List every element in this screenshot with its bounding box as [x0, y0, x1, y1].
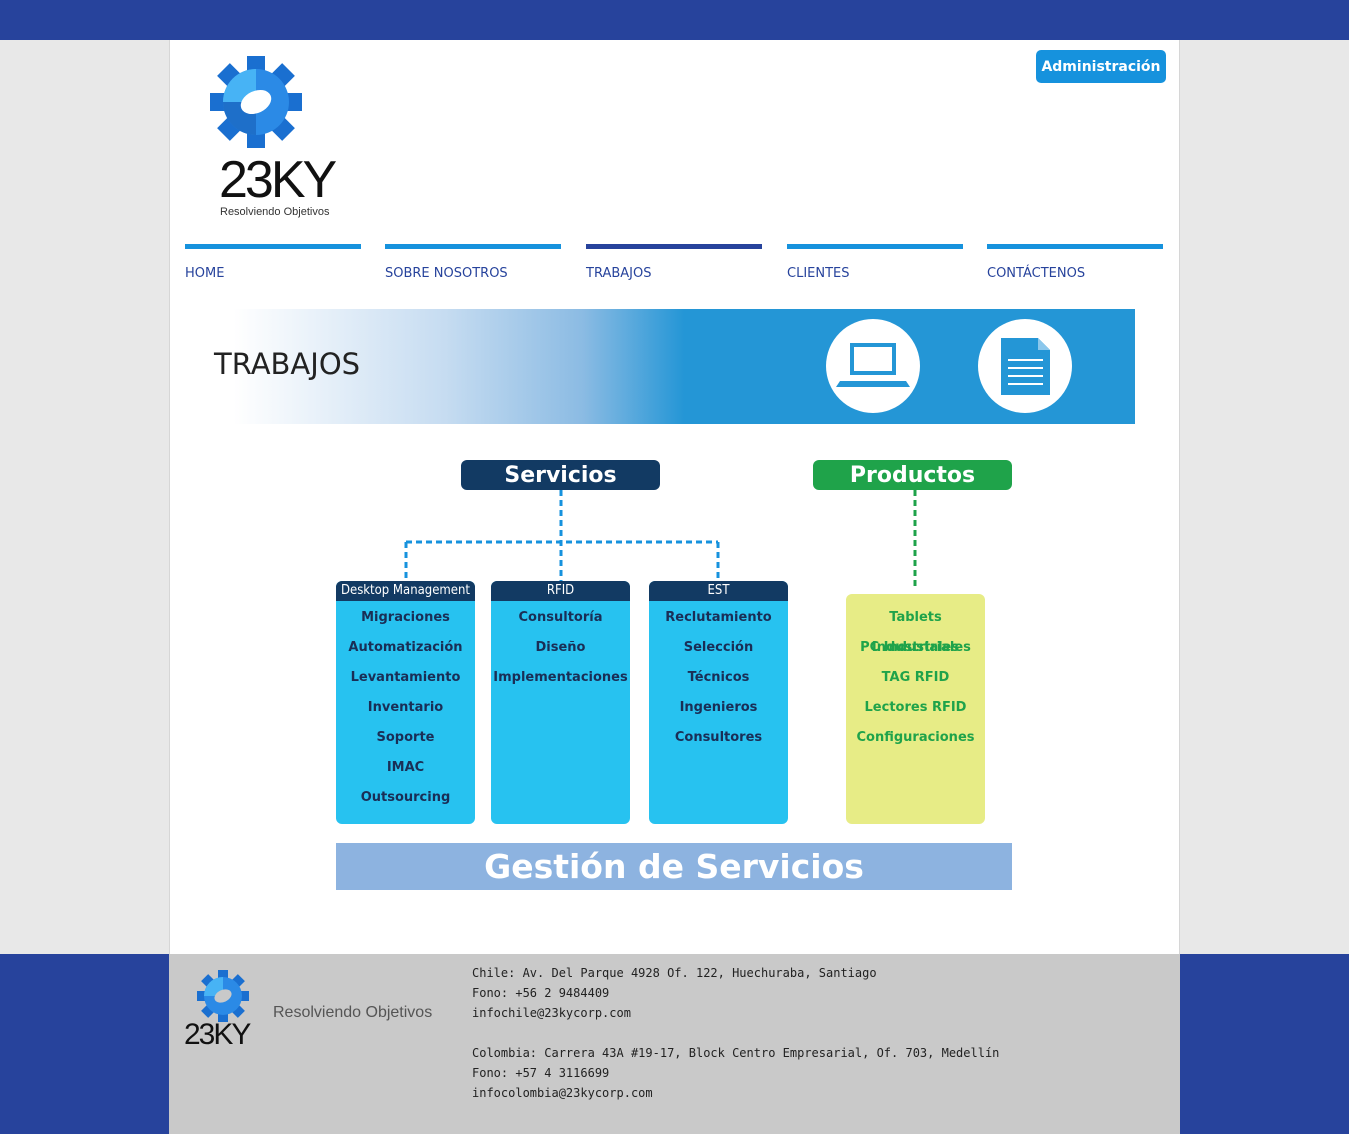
column-title: EST: [649, 581, 788, 601]
servicios-header: Servicios: [461, 460, 660, 490]
laptop-icon: [826, 319, 920, 413]
document-icon: [978, 319, 1072, 413]
nav-bar: [586, 244, 762, 249]
list-item: Soporte: [376, 730, 435, 745]
footer: 23KY Resolviendo Objetivos Chile: Av. De…: [169, 954, 1180, 1134]
list-item: PC Industriales: [860, 640, 971, 655]
top-bar: [0, 0, 1349, 40]
main-nav: HOME SOBRE NOSOTROS TRABAJOS CLIENTES CO…: [185, 244, 1165, 294]
list-item: Inventario: [367, 700, 444, 715]
list-item: Outsourcing: [360, 790, 451, 805]
list-item: Consultores: [674, 730, 763, 745]
nav-bar: [987, 244, 1163, 249]
nav-item-contactenos[interactable]: CONTÁCTENOS: [987, 244, 1163, 294]
administracion-button[interactable]: Administración: [1036, 50, 1166, 83]
site-logo[interactable]: 23KY Resolviendo Objetivos: [194, 54, 344, 218]
list-item: Automatización: [348, 640, 463, 655]
colombia-email[interactable]: infocolombia@23kycorp.com: [472, 1086, 653, 1100]
column-title: RFID: [491, 581, 630, 601]
nav-label: SOBRE NOSOTROS: [385, 266, 508, 281]
list-item: Selección: [683, 640, 754, 655]
nav-bar: [185, 244, 361, 249]
list-item: Configuraciones: [856, 730, 975, 745]
list-item: Reclutamiento: [665, 610, 772, 625]
nav-label: TRABAJOS: [586, 266, 652, 281]
list-item: IMAC: [386, 760, 425, 775]
nav-bar: [787, 244, 963, 249]
column-title: Desktop Management: [336, 581, 475, 601]
nav-label: HOME: [185, 266, 225, 281]
rfid-column: RFID Consultoría Diseño Implementaciones: [491, 581, 630, 824]
gear-icon: [210, 56, 302, 148]
colombia-address: Colombia: Carrera 43A #19-17, Block Cent…: [472, 1046, 1000, 1060]
list-item: Ingenieros: [679, 700, 758, 715]
colombia-phone: Fono: +57 4 3116699: [472, 1066, 610, 1080]
list-item: TAG RFID: [881, 670, 950, 685]
nav-label: CLIENTES: [787, 266, 850, 281]
nav-bar: [385, 244, 561, 249]
gestion-de-servicios-bar: Gestión de Servicios: [336, 843, 1012, 890]
list-item: Tablets Industriales: [871, 610, 960, 655]
logo-wordmark: 23KY: [219, 151, 337, 209]
list-item: Migraciones: [361, 610, 450, 625]
chile-email[interactable]: infochile@23kycorp.com: [472, 1006, 631, 1020]
chile-phone: Fono: +56 2 9484409: [472, 986, 610, 1000]
list-item: Técnicos: [687, 670, 750, 685]
nav-item-trabajos[interactable]: TRABAJOS: [586, 244, 762, 294]
list-item: Diseño: [535, 640, 586, 655]
nav-item-sobre-nosotros[interactable]: SOBRE NOSOTROS: [385, 244, 561, 294]
productos-header: Productos: [813, 460, 1012, 490]
list-item: Consultoría: [518, 610, 603, 625]
footer-logo-wordmark: 23KY: [184, 1018, 251, 1051]
footer-tagline: Resolviendo Objetivos: [273, 1004, 433, 1021]
nav-item-clientes[interactable]: CLIENTES: [787, 244, 963, 294]
chile-address: Chile: Av. Del Parque 4928 Of. 122, Huec…: [472, 966, 877, 980]
desktop-management-column: Desktop Management Migraciones Automatiz…: [336, 581, 475, 824]
page-banner: TRABAJOS: [214, 309, 1135, 424]
nav-label: CONTÁCTENOS: [987, 266, 1086, 281]
document-icon-svg: [1001, 338, 1050, 395]
est-column: EST Reclutamiento Selección Técnicos Ing…: [649, 581, 788, 824]
list-item: Lectores RFID: [864, 700, 967, 715]
list-item: Levantamiento: [350, 670, 461, 685]
nav-item-home[interactable]: HOME: [185, 244, 361, 294]
laptop-icon-svg: [836, 343, 910, 387]
page-title: TRABAJOS: [214, 347, 361, 381]
productos-column: Tablets Industriales PC Industriales TAG…: [846, 594, 985, 824]
logo-tagline: Resolviendo Objetivos: [220, 206, 330, 218]
list-item: Implementaciones: [493, 670, 628, 685]
